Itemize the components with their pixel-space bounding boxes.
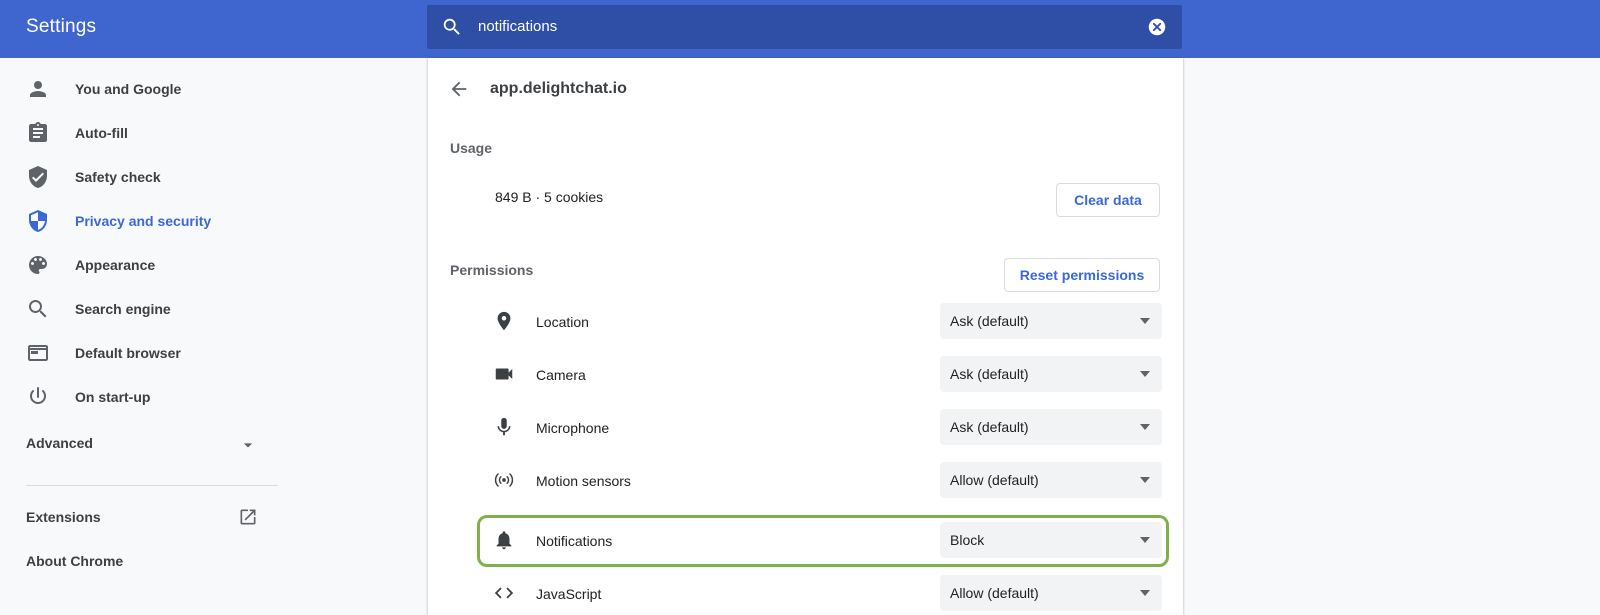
location-pin-icon — [497, 311, 511, 331]
sidebar-item-label: Search engine — [75, 301, 171, 317]
permission-label: Microphone — [536, 420, 610, 436]
clear-search-icon[interactable] — [1146, 16, 1168, 38]
dropdown-arrow-icon — [1140, 477, 1150, 483]
sidebar-item-appearance[interactable]: Appearance — [0, 245, 278, 285]
app-title: Settings — [26, 16, 97, 37]
search-box[interactable]: notifications — [427, 5, 1182, 49]
select-value: Block — [950, 532, 985, 548]
permission-row-microphone: Microphone Ask (default) — [450, 409, 1162, 447]
dropdown-arrow-icon — [1140, 590, 1150, 596]
palette-icon — [29, 256, 47, 274]
select-value: Allow (default) — [950, 585, 1039, 601]
shield-icon — [29, 210, 47, 232]
sidebar-item-extensions[interactable]: Extensions — [0, 499, 278, 535]
sidebar-item-label: Privacy and security — [75, 213, 212, 229]
dropdown-arrow-icon — [1140, 318, 1150, 324]
sidebar-item-label: You and Google — [75, 81, 182, 97]
code-icon — [494, 587, 514, 599]
permission-label: Motion sensors — [536, 473, 631, 489]
bell-icon — [496, 531, 512, 550]
open-in-new-icon — [240, 509, 256, 525]
sidebar-item-you-and-google[interactable]: You and Google — [0, 69, 278, 109]
dropdown-arrow-icon — [1140, 537, 1150, 543]
sidebar-item-label: Appearance — [75, 257, 156, 273]
select-value: Ask (default) — [950, 366, 1029, 382]
site-details-card: app.delightchat.io Usage 849 B · 5 cooki… — [428, 58, 1183, 615]
permission-row-javascript: JavaScript Allow (default) — [450, 575, 1162, 613]
clear-data-button[interactable]: Clear data — [1056, 183, 1160, 217]
dropdown-arrow-icon — [1140, 371, 1150, 377]
location-select[interactable]: Ask (default) — [940, 303, 1162, 339]
back-arrow-icon[interactable] — [448, 78, 470, 100]
microphone-icon — [497, 417, 511, 436]
javascript-select[interactable]: Allow (default) — [940, 575, 1162, 611]
permission-row-camera: Camera Ask (default) — [450, 356, 1162, 394]
sidebar: You and Google Auto-fill Safety check Pr… — [0, 58, 278, 615]
advanced-label: Advanced — [26, 435, 93, 451]
permission-row-location: Location Ask (default) — [450, 303, 1162, 341]
page-title: app.delightchat.io — [490, 80, 627, 97]
dropdown-arrow-icon — [1140, 424, 1150, 430]
browser-icon — [28, 345, 48, 361]
sidebar-item-label: Auto-fill — [75, 125, 128, 141]
sidebar-item-label: Default browser — [75, 345, 181, 361]
top-bar: Settings notifications — [0, 0, 1600, 58]
power-icon — [30, 387, 46, 404]
select-value: Ask (default) — [950, 313, 1029, 329]
select-value: Ask (default) — [950, 419, 1029, 435]
sidebar-item-search-engine[interactable]: Search engine — [0, 289, 278, 329]
permission-label: JavaScript — [536, 586, 602, 602]
sidebar-item-privacy-and-security[interactable]: Privacy and security — [0, 201, 278, 241]
person-icon — [30, 81, 46, 97]
about-chrome-label: About Chrome — [26, 553, 124, 569]
sidebar-divider — [26, 485, 278, 486]
permission-label: Camera — [536, 367, 586, 383]
permission-row-notifications: Notifications Block — [450, 522, 1162, 560]
permission-label: Notifications — [536, 533, 613, 549]
motion-sensors-select[interactable]: Allow (default) — [940, 462, 1162, 498]
sidebar-item-default-browser[interactable]: Default browser — [0, 333, 278, 373]
extensions-label: Extensions — [26, 509, 101, 525]
motion-sensor-icon — [494, 473, 514, 487]
permission-label: Location — [536, 314, 589, 330]
camera-select[interactable]: Ask (default) — [940, 356, 1162, 392]
sidebar-item-label: Safety check — [75, 169, 161, 185]
sidebar-item-about-chrome[interactable]: About Chrome — [0, 543, 278, 579]
reset-permissions-button[interactable]: Reset permissions — [1004, 258, 1160, 292]
notifications-select[interactable]: Block — [940, 522, 1162, 558]
chevron-down-icon — [243, 443, 253, 448]
sidebar-item-label: On start-up — [75, 389, 151, 405]
sidebar-item-safety-check[interactable]: Safety check — [0, 157, 278, 197]
search-icon — [29, 300, 47, 318]
permission-row-motion-sensors: Motion sensors Allow (default) — [450, 462, 1162, 500]
camera-icon — [495, 368, 513, 380]
usage-heading: Usage — [450, 140, 493, 156]
shield-check-icon — [29, 166, 47, 188]
sidebar-item-autofill[interactable]: Auto-fill — [0, 113, 278, 153]
microphone-select[interactable]: Ask (default) — [940, 409, 1162, 445]
advanced-toggle[interactable]: Advanced — [0, 423, 278, 463]
search-input[interactable]: notifications — [478, 18, 557, 35]
clipboard-icon — [29, 122, 47, 142]
permissions-heading: Permissions — [450, 262, 534, 278]
sidebar-item-on-start-up[interactable]: On start-up — [0, 377, 278, 417]
select-value: Allow (default) — [950, 472, 1039, 488]
usage-value: 849 B · 5 cookies — [495, 189, 604, 205]
search-icon — [443, 18, 460, 35]
